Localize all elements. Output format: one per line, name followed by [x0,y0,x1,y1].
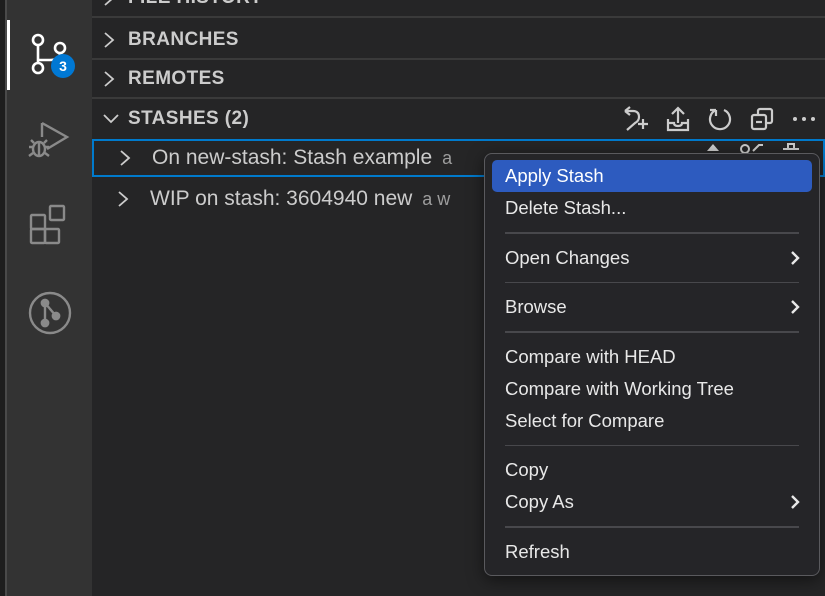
menu-item-apply-stash[interactable]: Apply Stash [492,160,812,192]
refresh-icon [708,108,732,131]
menu-item-copy-as[interactable]: Copy As [492,486,812,518]
activity-extensions[interactable] [7,190,92,260]
chevron-right-icon [118,148,138,168]
stash-description: a [442,147,453,168]
menu-separator [505,444,799,446]
menu-item-copy[interactable]: Copy [492,454,812,486]
collapse-all-button[interactable] [747,104,777,134]
menu-separator [505,526,799,528]
stash-apply-icon [666,106,690,132]
stashes-toolbar [621,100,825,138]
chevron-right-icon [102,0,120,8]
activity-bar: 3 [7,0,92,596]
menu-item-label: Copy As [505,491,574,512]
section-title: BRANCHES [128,29,239,50]
menu-item-open-changes[interactable]: Open Changes [492,242,812,274]
delete-icon[interactable] [781,141,801,153]
stash-description: a w [422,188,451,209]
menu-item-label: Copy [505,459,549,480]
debug-icon [27,121,69,158]
section-title: REMOTES [128,68,225,89]
menu-item-label: Delete Stash... [505,197,627,218]
menu-item-label: Open Changes [505,246,630,268]
extensions-icon [29,204,65,245]
chevron-right-icon [116,189,136,209]
section-file-history[interactable]: FILE HISTORY [92,0,825,18]
menu-separator [505,331,799,333]
refresh-button[interactable] [705,104,735,134]
menu-item-browse[interactable]: Browse [492,291,812,323]
menu-item-delete-stash[interactable]: Delete Stash... [492,192,812,224]
stash-all-button[interactable] [621,104,651,134]
window-edge [0,0,7,596]
menu-item-compare-head[interactable]: Compare with HEAD [492,341,812,373]
submenu-chevron-icon [790,291,800,323]
apply-stash-icon[interactable] [705,141,721,153]
stash-add-icon [624,106,648,131]
section-title: STASHES (2) [128,108,250,129]
source-control-badge: 3 [51,54,75,78]
chevron-down-icon [102,112,120,126]
gitlens-icon [28,291,71,335]
section-remotes[interactable]: REMOTES [92,61,825,99]
section-title: FILE HISTORY [128,0,263,9]
activity-source-control[interactable]: 3 [7,20,92,90]
ellipsis-icon [793,117,815,121]
apply-stash-button[interactable] [663,104,693,134]
menu-item-compare-working-tree[interactable]: Compare with Working Tree [492,373,812,405]
submenu-chevron-icon [790,242,800,274]
stash-label: WIP on stash: 3604940 new [150,187,413,210]
menu-item-label: Select for Compare [505,409,665,431]
chevron-right-icon [102,69,120,89]
menu-item-refresh[interactable]: Refresh [492,536,812,568]
more-actions-button[interactable] [789,104,819,134]
menu-item-label: Compare with HEAD [505,345,676,367]
compare-icon[interactable] [739,141,763,153]
stash-label: On new-stash: Stash example [152,146,433,169]
menu-separator [505,281,799,283]
menu-item-label: Browse [505,296,567,317]
menu-item-label: Compare with Working Tree [505,377,734,399]
collapse-all-icon [750,107,774,131]
section-stashes[interactable]: STASHES (2) [92,100,825,138]
activity-gitlens[interactable] [7,278,92,348]
submenu-chevron-icon [790,486,800,518]
menu-item-label: Apply Stash [505,165,604,186]
chevron-right-icon [102,30,120,50]
menu-item-label: Refresh [505,540,570,562]
context-menu: Apply Stash Delete Stash... Open Changes… [484,153,820,576]
section-branches[interactable]: BRANCHES [92,22,825,60]
activity-run-debug[interactable] [7,105,92,175]
menu-item-select-for-compare[interactable]: Select for Compare [492,405,812,437]
menu-separator [505,232,799,234]
